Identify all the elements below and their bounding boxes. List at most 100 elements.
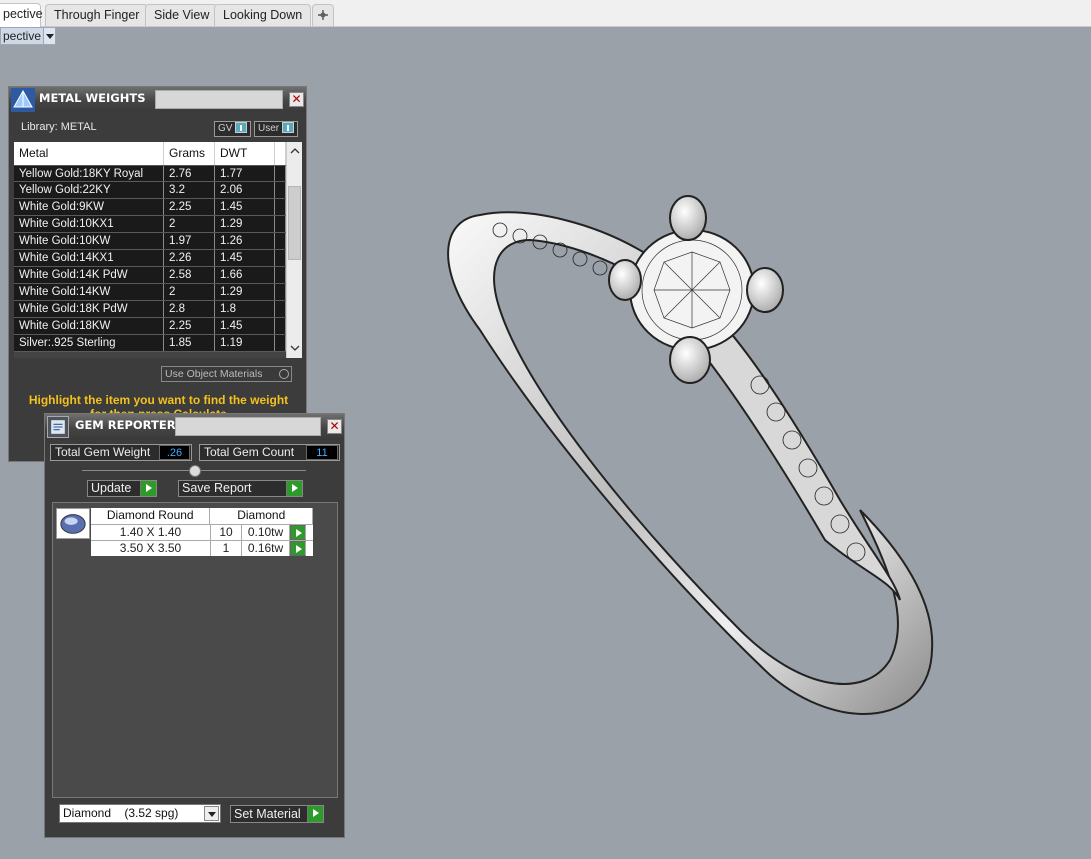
metal-name-cell: White Gold:14KX1 bbox=[14, 250, 164, 266]
update-button-label: Update bbox=[91, 481, 132, 495]
row-filler bbox=[275, 267, 286, 283]
grams-cell: 2.58 bbox=[164, 267, 215, 283]
splitter-handle-icon[interactable] bbox=[189, 465, 201, 477]
hint-line-1: Highlight the item you want to find the … bbox=[28, 393, 289, 407]
total-gem-weight-value: .26 bbox=[159, 445, 190, 460]
row-filler bbox=[275, 216, 286, 232]
library-label: Library: METAL bbox=[21, 121, 97, 133]
grams-cell: 3.2 bbox=[164, 182, 215, 198]
gem-reporter-close-button[interactable]: ✕ bbox=[327, 419, 342, 434]
gem-reporter-title: GEM REPORTER bbox=[75, 418, 176, 432]
toggle-switch-icon bbox=[282, 122, 295, 133]
gv-toggle-label: GV bbox=[218, 123, 233, 134]
gem-list-area: Diamond Round Diamond 1.40 X 1.40 10 0.10t… bbox=[52, 502, 338, 798]
row-filler bbox=[275, 318, 286, 334]
user-toggle[interactable]: User bbox=[254, 121, 299, 137]
metal-row[interactable]: Yellow Gold:22KY 3.2 2.06 bbox=[14, 182, 286, 199]
gem-count-cell: 10 bbox=[211, 525, 242, 540]
set-material-button[interactable]: Set Material bbox=[230, 805, 324, 823]
dwt-cell: 1.45 bbox=[215, 250, 275, 266]
metal-weights-titlebar[interactable]: METAL WEIGHTS ✕ bbox=[9, 87, 306, 113]
dwt-cell: 1.45 bbox=[215, 199, 275, 215]
row-filler bbox=[275, 182, 286, 198]
update-button[interactable]: Update bbox=[87, 480, 157, 497]
metal-row[interactable]: White Gold:14KX1 2.26 1.45 bbox=[14, 250, 286, 267]
toggle-switch-icon bbox=[235, 122, 248, 133]
row-filler bbox=[275, 284, 286, 300]
titlebar-grip bbox=[175, 417, 321, 436]
viewport-menu-dropdown[interactable] bbox=[44, 27, 56, 45]
metal-row[interactable]: White Gold:18KW 2.25 1.45 bbox=[14, 318, 286, 335]
metal-name-cell: White Gold:10KW bbox=[14, 233, 164, 249]
gem-weight-cell: 0.16tw bbox=[242, 541, 290, 556]
scrollbar-thumb[interactable] bbox=[288, 186, 301, 260]
metal-weights-title: METAL WEIGHTS bbox=[39, 91, 146, 105]
metal-row[interactable]: Silver:.925 Sterling 1.85 1.19 bbox=[14, 335, 286, 352]
metal-row[interactable]: White Gold:9KW 2.25 1.45 bbox=[14, 199, 286, 216]
save-report-button-label: Save Report bbox=[182, 481, 252, 495]
dwt-cell: 2.06 bbox=[215, 182, 275, 198]
grams-cell: 2.8 bbox=[164, 301, 215, 317]
dwt-cell: 1.8 bbox=[215, 301, 275, 317]
metal-row[interactable]: White Gold:10KW 1.97 1.26 bbox=[14, 233, 286, 250]
tab-side-view[interactable]: Side View bbox=[145, 4, 219, 26]
save-report-button[interactable]: Save Report bbox=[178, 480, 303, 497]
row-filler bbox=[275, 250, 286, 266]
gem-material-header: Diamond bbox=[210, 508, 313, 524]
gem-reporter-titlebar[interactable]: GEM REPORTER ✕ bbox=[45, 414, 344, 440]
gem-row[interactable]: 1.40 X 1.40 10 0.10tw bbox=[91, 524, 313, 540]
dwt-cell: 1.29 bbox=[215, 284, 275, 300]
grams-cell: 2 bbox=[164, 284, 215, 300]
tab-looking-down[interactable]: Looking Down bbox=[214, 4, 312, 26]
column-header-metal[interactable]: Metal bbox=[14, 142, 164, 165]
table-partial-row bbox=[14, 352, 286, 358]
grams-cell: 2 bbox=[164, 216, 215, 232]
use-object-materials-toggle[interactable]: Use Object Materials bbox=[161, 366, 292, 382]
gem-row[interactable]: 3.50 X 3.50 1 0.16tw bbox=[91, 540, 313, 556]
metal-row[interactable]: White Gold:18K PdW 2.8 1.8 bbox=[14, 301, 286, 318]
metal-name-cell: White Gold:18K PdW bbox=[14, 301, 164, 317]
column-header-grams[interactable]: Grams bbox=[164, 142, 215, 165]
scroll-up-icon[interactable] bbox=[290, 146, 300, 156]
tab-perspective[interactable]: pective bbox=[0, 3, 43, 27]
metal-weights-close-button[interactable]: ✕ bbox=[289, 92, 304, 107]
grams-cell: 1.85 bbox=[164, 335, 215, 351]
ring-3d-model[interactable] bbox=[420, 180, 960, 740]
row-filler bbox=[275, 166, 286, 181]
scroll-down-icon[interactable] bbox=[290, 343, 300, 353]
metal-name-cell: White Gold:10KX1 bbox=[14, 216, 164, 232]
set-material-button-label: Set Material bbox=[234, 807, 301, 821]
gem-size-cell: 3.50 X 3.50 bbox=[91, 541, 211, 556]
column-header-filler bbox=[275, 142, 286, 165]
metal-name-cell: Silver:.925 Sterling bbox=[14, 335, 164, 351]
grams-cell: 2.76 bbox=[164, 166, 215, 181]
metal-name-cell: White Gold:18KW bbox=[14, 318, 164, 334]
play-arrow-icon bbox=[307, 806, 323, 822]
add-tab-button[interactable] bbox=[312, 4, 334, 26]
dwt-cell: 1.45 bbox=[215, 318, 275, 334]
metal-row[interactable]: White Gold:10KX1 2 1.29 bbox=[14, 216, 286, 233]
titlebar-grip bbox=[155, 90, 283, 109]
viewport-name[interactable]: pective bbox=[0, 27, 44, 45]
gem-weight-cell: 0.10tw bbox=[242, 525, 290, 540]
column-header-dwt[interactable]: DWT bbox=[215, 142, 275, 165]
row-filler bbox=[275, 301, 286, 317]
play-arrow-icon bbox=[286, 481, 302, 496]
metal-table-scrollbar[interactable] bbox=[286, 142, 302, 358]
select-gem-arrow-icon[interactable] bbox=[290, 541, 306, 556]
select-gem-arrow-icon[interactable] bbox=[290, 525, 306, 540]
metal-row[interactable]: White Gold:14K PdW 2.58 1.66 bbox=[14, 267, 286, 284]
metal-row[interactable]: White Gold:14KW 2 1.29 bbox=[14, 284, 286, 301]
gv-toggle[interactable]: GV bbox=[214, 121, 252, 137]
tab-through-finger[interactable]: Through Finger bbox=[45, 4, 149, 26]
dwt-cell: 1.26 bbox=[215, 233, 275, 249]
diamond-round-icon bbox=[56, 508, 90, 539]
chevron-down-icon[interactable] bbox=[204, 806, 219, 821]
metal-name-cell: White Gold:14K PdW bbox=[14, 267, 164, 283]
metal-row[interactable]: Yellow Gold:18KY Royal 2.76 1.77 bbox=[14, 165, 286, 182]
metal-name-cell: White Gold:9KW bbox=[14, 199, 164, 215]
material-select[interactable]: Diamond (3.52 spg) bbox=[59, 804, 221, 823]
row-filler bbox=[275, 233, 286, 249]
radio-circle-icon bbox=[279, 369, 289, 379]
metal-weights-icon bbox=[11, 88, 35, 112]
